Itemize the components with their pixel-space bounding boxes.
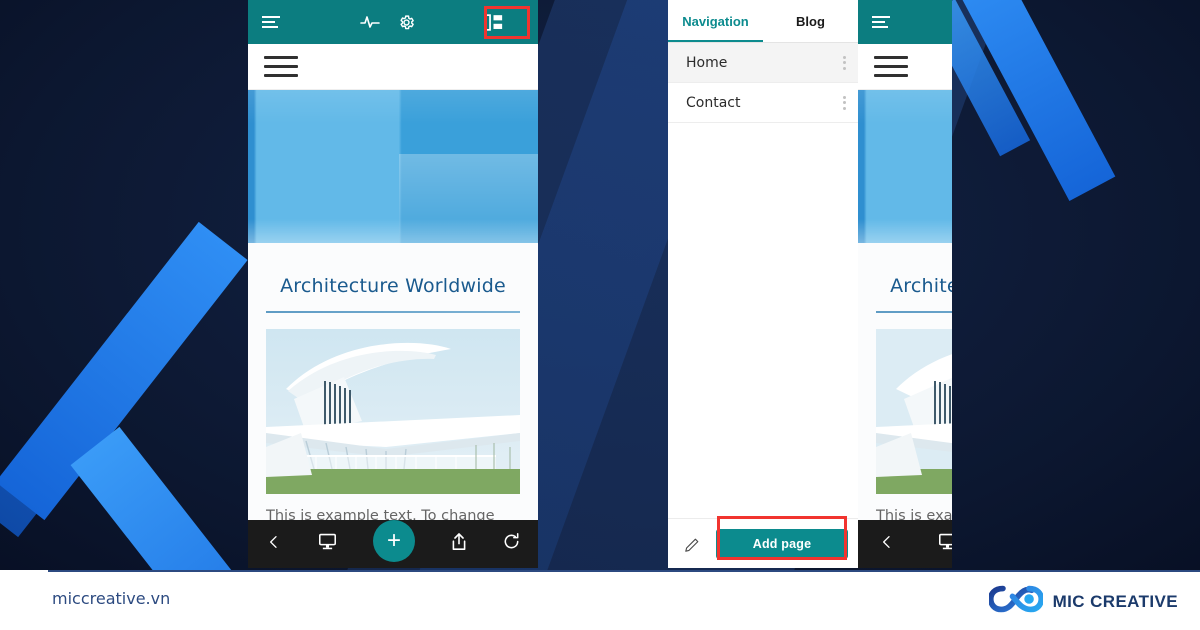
list-item[interactable]: Home xyxy=(668,43,858,83)
redo-button[interactable] xyxy=(503,533,520,555)
site-hamburger-icon[interactable] xyxy=(874,56,908,77)
background xyxy=(0,0,1200,570)
site-preview-header-secondary xyxy=(858,44,952,90)
site-content-secondary: Architecture Worldwide xyxy=(858,243,952,524)
title-divider xyxy=(266,311,520,313)
desktop-preview-button[interactable] xyxy=(938,533,952,555)
tab-navigation[interactable]: Navigation xyxy=(668,0,763,42)
site-hamburger-icon[interactable] xyxy=(264,56,298,77)
desktop-preview-button[interactable] xyxy=(318,533,337,555)
hamburger-icon[interactable] xyxy=(872,15,890,29)
nav-item-label: Contact xyxy=(686,94,741,111)
website-editor-preview-secondary: Architecture Worldwide xyxy=(858,0,952,568)
layout-panel-icon[interactable] xyxy=(484,13,503,31)
pages-panel-footer: Add page xyxy=(668,518,858,568)
hamburger-icon[interactable] xyxy=(262,15,280,29)
content-image xyxy=(266,329,520,494)
back-button[interactable] xyxy=(266,534,282,555)
page-title: Architecture Worldwide xyxy=(280,275,506,297)
editor-toolbar xyxy=(248,0,538,44)
pencil-icon[interactable] xyxy=(678,529,708,559)
hero-image xyxy=(248,90,538,243)
share-button[interactable] xyxy=(451,532,467,556)
add-element-fab[interactable]: + xyxy=(373,520,415,562)
footer-url: miccreative.vn xyxy=(52,589,171,608)
list-item[interactable]: Contact xyxy=(668,83,858,123)
gear-icon[interactable] xyxy=(398,14,415,31)
page-title-secondary: Architecture Worldwide xyxy=(890,275,952,297)
footer-divider xyxy=(48,570,1200,572)
title-divider-secondary xyxy=(876,311,952,313)
website-editor-preview: Architecture Worldwide This is example t… xyxy=(248,0,538,568)
add-page-button[interactable]: Add page xyxy=(716,528,848,559)
editor-bottom-bar-secondary: + xyxy=(858,520,952,568)
editor-bottom-bar: + xyxy=(248,520,538,568)
brand-logo: MIC CREATIVE xyxy=(987,584,1178,619)
kebab-menu-icon[interactable] xyxy=(843,95,846,110)
site-preview-header xyxy=(248,44,538,90)
tab-blog[interactable]: Blog xyxy=(763,0,858,42)
brand-name: MIC CREATIVE xyxy=(1052,591,1178,611)
hero-image-secondary xyxy=(858,90,952,243)
pages-panel: Navigation Blog Home Contact Add page xyxy=(668,0,858,568)
content-image-secondary xyxy=(876,329,952,494)
pulse-icon[interactable] xyxy=(360,14,380,30)
page-footer: miccreative.vn MIC CREATIVE xyxy=(0,570,1200,630)
site-content: Architecture Worldwide This is example t… xyxy=(248,243,538,524)
pages-panel-tabs: Navigation Blog xyxy=(668,0,858,43)
nav-item-label: Home xyxy=(686,54,728,71)
editor-toolbar-secondary xyxy=(858,0,952,44)
infinity-loop-logo xyxy=(987,584,1044,619)
kebab-menu-icon[interactable] xyxy=(843,55,846,70)
back-button[interactable] xyxy=(879,534,895,555)
